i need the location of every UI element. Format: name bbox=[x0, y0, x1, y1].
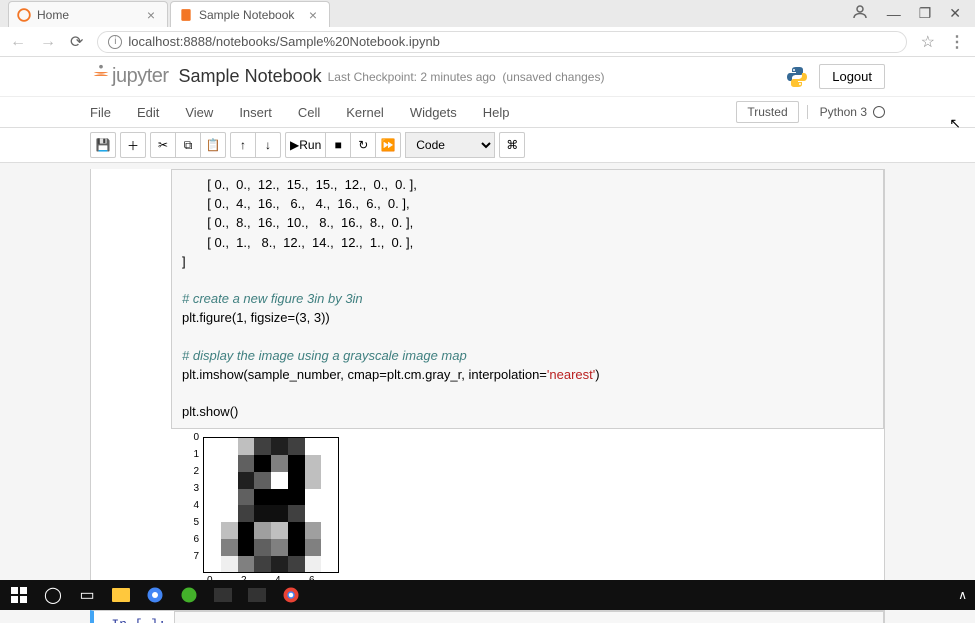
trusted-indicator[interactable]: Trusted bbox=[736, 101, 798, 123]
jupyter-logo-icon[interactable] bbox=[90, 63, 112, 90]
window-controls: — ❐ ✕ bbox=[851, 0, 975, 27]
logout-button[interactable]: Logout bbox=[819, 64, 885, 89]
close-window-icon[interactable]: ✕ bbox=[949, 5, 961, 22]
menu-widgets[interactable]: Widgets bbox=[410, 105, 457, 120]
address-bar: ← → ⟳ i localhost:8888/notebooks/Sample%… bbox=[0, 27, 975, 57]
tab-title: Sample Notebook bbox=[199, 8, 305, 22]
reload-icon[interactable]: ⟳ bbox=[70, 32, 83, 52]
menu-kernel[interactable]: Kernel bbox=[346, 105, 384, 120]
jupyter-favicon bbox=[17, 8, 31, 22]
move-down-icon[interactable]: ↓ bbox=[255, 132, 281, 158]
back-icon[interactable]: ← bbox=[10, 33, 26, 51]
paste-icon[interactable]: 📋 bbox=[200, 132, 226, 158]
bookmark-icon[interactable]: ☆ bbox=[921, 32, 935, 52]
terminal2-icon[interactable] bbox=[246, 584, 268, 606]
start-icon[interactable] bbox=[8, 584, 30, 606]
code-editor[interactable]: [ 0., 0., 12., 15., 15., 12., 0., 0. ], … bbox=[171, 169, 884, 429]
menubar: File Edit View Insert Cell Kernel Widget… bbox=[0, 96, 975, 128]
file-explorer-icon[interactable] bbox=[110, 584, 132, 606]
cortana-icon[interactable]: ◯ bbox=[42, 584, 64, 606]
jupyter-logo-text[interactable]: jupyter bbox=[112, 65, 169, 88]
close-icon[interactable]: × bbox=[305, 7, 321, 23]
restart-icon[interactable]: ↻ bbox=[350, 132, 376, 158]
maximize-icon[interactable]: ❐ bbox=[919, 5, 932, 22]
input-prompt: In [ ]: bbox=[94, 611, 174, 623]
notebook-name[interactable]: Sample Notebook bbox=[179, 66, 322, 87]
code-cell[interactable]: [ 0., 0., 12., 15., 15., 12., 0., 0. ], … bbox=[90, 169, 885, 602]
toolbar: 💾 ＋ ✂ ⧉ 📋 ↑ ↓ ▶ Run ■ ↻ ⏩ Code ⌘ bbox=[0, 128, 975, 163]
tab-title: Home bbox=[37, 8, 143, 22]
task-view-icon[interactable]: ▭ bbox=[76, 584, 98, 606]
user-icon[interactable] bbox=[851, 3, 869, 24]
output-area: 01234567 0246 bbox=[171, 429, 884, 601]
jupyter-header: jupyter Sample Notebook Last Checkpoint:… bbox=[0, 57, 975, 96]
menu-help[interactable]: Help bbox=[483, 105, 510, 120]
url-field[interactable]: i localhost:8888/notebooks/Sample%20Note… bbox=[97, 31, 906, 53]
python-logo-icon bbox=[785, 65, 809, 89]
menu-icon[interactable]: ⋮ bbox=[949, 32, 965, 52]
checkpoint-text: Last Checkpoint: 2 minutes ago (unsaved … bbox=[328, 70, 605, 84]
add-cell-icon[interactable]: ＋ bbox=[120, 132, 146, 158]
notebook-area[interactable]: [ 0., 0., 12., 15., 15., 12., 0., 0. ], … bbox=[0, 163, 975, 623]
menu-insert[interactable]: Insert bbox=[239, 105, 272, 120]
minimize-icon[interactable]: — bbox=[887, 6, 901, 22]
anaconda-icon[interactable] bbox=[178, 584, 200, 606]
mouse-cursor-icon: ↖ bbox=[949, 115, 961, 132]
move-up-icon[interactable]: ↑ bbox=[230, 132, 256, 158]
windows-taskbar: ◯ ▭ ∧ bbox=[0, 580, 975, 610]
chrome-taskbar-icon[interactable] bbox=[144, 584, 166, 606]
run-button[interactable]: ▶ Run bbox=[285, 132, 326, 158]
restart-run-all-icon[interactable]: ⏩ bbox=[375, 132, 401, 158]
notebook-favicon bbox=[179, 8, 193, 22]
browser-tab-notebook[interactable]: Sample Notebook × bbox=[170, 1, 330, 27]
code-editor-empty[interactable] bbox=[174, 611, 884, 623]
menu-view[interactable]: View bbox=[185, 105, 213, 120]
url-text: localhost:8888/notebooks/Sample%20Notebo… bbox=[128, 34, 440, 49]
kernel-idle-icon bbox=[873, 106, 885, 118]
save-icon[interactable]: 💾 bbox=[90, 132, 116, 158]
copy-icon[interactable]: ⧉ bbox=[175, 132, 201, 158]
chrome-running-icon[interactable] bbox=[280, 584, 302, 606]
menu-edit[interactable]: Edit bbox=[137, 105, 159, 120]
cell-type-select[interactable]: Code bbox=[405, 132, 495, 158]
interrupt-icon[interactable]: ■ bbox=[325, 132, 351, 158]
terminal-icon[interactable] bbox=[212, 584, 234, 606]
browser-tab-strip: Home × Sample Notebook × — ❐ ✕ bbox=[0, 0, 975, 27]
empty-code-cell[interactable]: In [ ]: bbox=[90, 610, 885, 623]
kernel-indicator[interactable]: Python 3 bbox=[807, 105, 885, 119]
output-plot: 01234567 0246 bbox=[181, 435, 356, 595]
close-icon[interactable]: × bbox=[143, 7, 159, 23]
command-palette-icon[interactable]: ⌘ bbox=[499, 132, 525, 158]
site-info-icon[interactable]: i bbox=[108, 35, 122, 49]
browser-tab-home[interactable]: Home × bbox=[8, 1, 168, 27]
menu-cell[interactable]: Cell bbox=[298, 105, 320, 120]
heatmap-grid bbox=[203, 437, 339, 573]
forward-icon[interactable]: → bbox=[40, 33, 56, 51]
menu-file[interactable]: File bbox=[90, 105, 111, 120]
cut-icon[interactable]: ✂ bbox=[150, 132, 176, 158]
tray-chevron-icon[interactable]: ∧ bbox=[958, 588, 967, 602]
